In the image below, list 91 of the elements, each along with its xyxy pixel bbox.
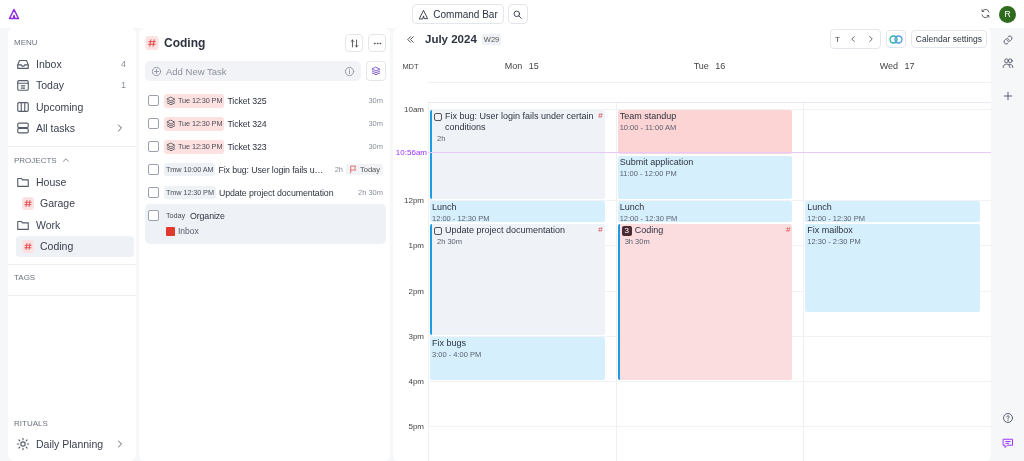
search-icon	[512, 8, 524, 20]
hour-label: 10am	[404, 104, 424, 114]
layers-icon	[166, 118, 176, 129]
hour-label: 1pm	[408, 240, 424, 250]
event-title: Lunch	[432, 201, 457, 213]
layers-button[interactable]	[366, 61, 386, 81]
ritual-item[interactable]: Daily Planning	[10, 433, 134, 455]
double-chevron-icon	[405, 33, 416, 45]
event-title: Team standup	[619, 111, 677, 123]
event-title: Submit application	[619, 156, 694, 168]
hour-label: 2pm	[408, 286, 424, 296]
section-heading: RITUALS	[13, 417, 49, 430]
event-title: Fix mailbox	[807, 224, 853, 236]
checkbox[interactable]	[434, 113, 442, 122]
task-title: Ticket 324	[227, 118, 268, 129]
app-logo[interactable]	[8, 8, 20, 20]
sun-icon	[16, 437, 30, 452]
columns-icon	[16, 99, 30, 114]
sort-button[interactable]	[345, 34, 363, 52]
tag-mark: #	[785, 224, 791, 234]
link-icon	[1002, 34, 1014, 46]
day-header: Tue 16	[692, 61, 727, 71]
project-item[interactable]: House	[10, 171, 134, 193]
task-title: Organize	[190, 210, 226, 221]
rings-icon	[888, 34, 903, 44]
menu-item[interactable]: All tasks	[10, 117, 134, 139]
plus-circle-icon	[151, 65, 162, 77]
hash-icon	[22, 239, 34, 253]
task-title: Ticket 325	[227, 95, 268, 106]
day-header: Mon 15	[503, 61, 540, 71]
calendar-settings-button[interactable]: Calendar settings	[910, 30, 987, 48]
flag-icon	[349, 165, 358, 174]
task-title: Update project documentation	[218, 187, 335, 198]
project-item[interactable]: Coding	[16, 235, 134, 257]
info-icon	[344, 65, 355, 77]
sort-icon	[348, 37, 360, 49]
sync-icon	[980, 8, 991, 19]
more-button[interactable]	[368, 34, 386, 52]
hash-icon	[22, 196, 34, 210]
project-label: Inbox	[178, 226, 199, 236]
menu-item[interactable]: Today 1	[10, 74, 134, 96]
project-item[interactable]: Garage	[16, 192, 134, 214]
event-title: Lunch	[619, 201, 645, 213]
hour-label: 12pm	[404, 195, 424, 205]
panel-title: Coding	[164, 36, 207, 50]
people-icon	[1002, 57, 1014, 69]
user-avatar[interactable]: R	[999, 5, 1016, 23]
task-title: Ticket 323	[227, 141, 268, 152]
hour-label: 3pm	[408, 331, 424, 341]
tag-mark: #	[598, 111, 603, 121]
checkbox[interactable]	[148, 187, 159, 198]
rows-icon	[16, 121, 30, 136]
layers-icon	[166, 95, 176, 106]
help-icon	[1002, 412, 1014, 424]
menu-item[interactable]: Inbox 4	[10, 53, 134, 75]
event-title: Update project documentation	[445, 224, 566, 236]
checkbox[interactable]	[434, 226, 442, 235]
layers-icon	[166, 141, 176, 152]
checkbox[interactable]	[148, 164, 159, 175]
calendars-toggle[interactable]	[885, 30, 906, 48]
task-title: Fix bug: User login fails u…	[218, 164, 325, 175]
event-title: Coding	[634, 224, 664, 236]
menu-item[interactable]: Upcoming	[10, 96, 134, 118]
chat-icon	[1002, 437, 1014, 449]
event-title: Lunch	[807, 201, 832, 213]
checkbox[interactable]	[148, 95, 159, 106]
event-title: Fix bug: User login fails under certain conditions	[445, 111, 595, 134]
checkbox[interactable]	[148, 141, 159, 152]
hour-label: 4pm	[408, 376, 424, 386]
project-item[interactable]: Work	[10, 214, 134, 236]
section-heading: MENU	[13, 37, 39, 49]
layers-icon	[371, 66, 381, 76]
inbox-icon	[166, 226, 175, 236]
search-button[interactable]	[507, 4, 528, 24]
event-title: Fix bugs	[432, 337, 466, 349]
section-heading: TAGS	[13, 272, 37, 284]
calendar-icon	[16, 78, 30, 93]
hash-icon	[145, 36, 159, 50]
checkbox[interactable]	[148, 210, 159, 221]
chevron-up-icon	[60, 155, 71, 165]
day-header: Wed 17	[878, 61, 916, 71]
section-heading: PROJECTS	[14, 155, 57, 165]
tag-mark: #	[598, 224, 603, 234]
plus-icon	[1002, 90, 1014, 102]
hour-label: 5pm	[408, 421, 424, 431]
current-time-label: 10:56am	[395, 147, 427, 157]
checkbox[interactable]	[148, 118, 159, 129]
logo-icon	[418, 8, 430, 20]
month-title: July 2024	[425, 33, 477, 45]
command-bar-button[interactable]: Command Bar	[412, 4, 504, 24]
count-badge: 3	[621, 225, 632, 236]
